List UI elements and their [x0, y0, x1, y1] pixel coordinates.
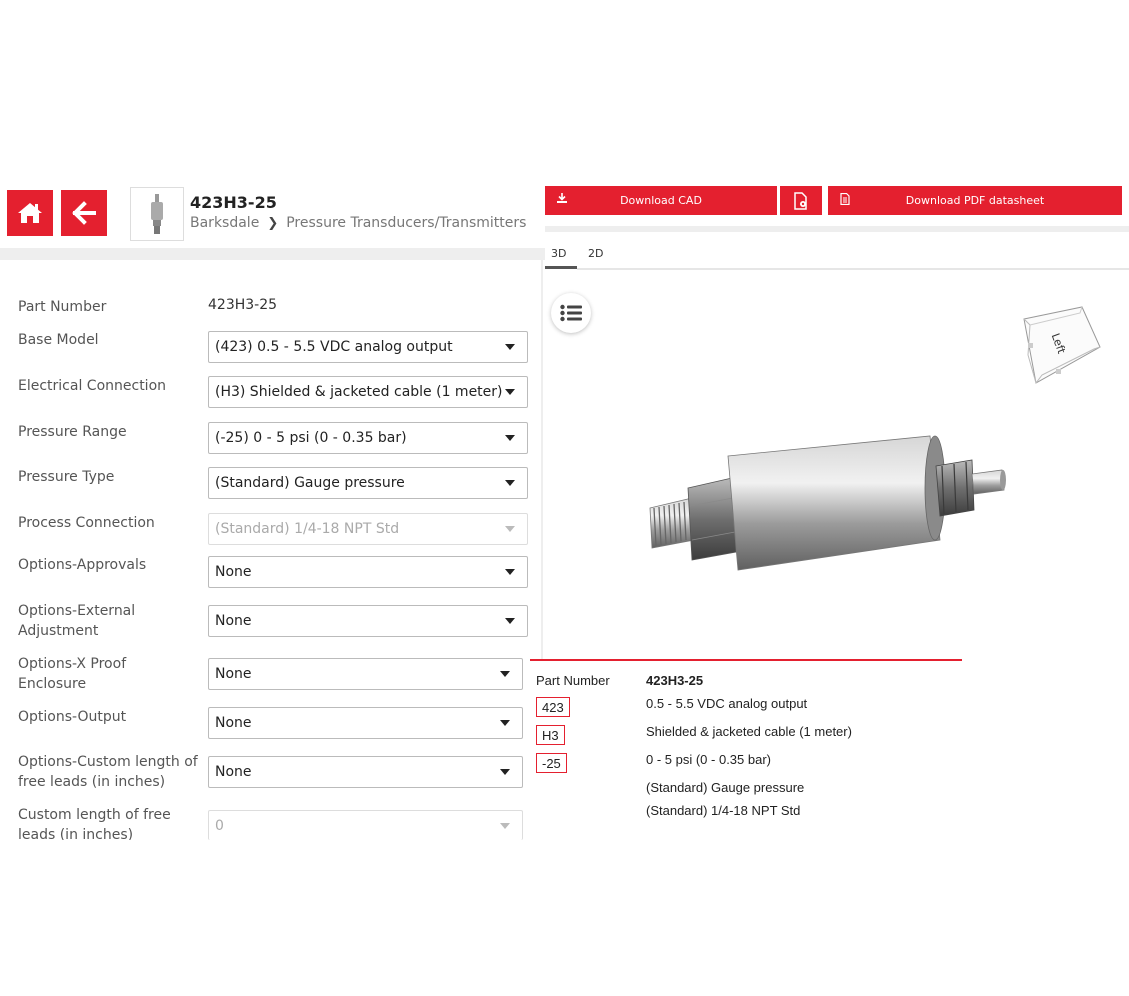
options-output-select[interactable]: None — [208, 707, 523, 739]
active-tab-indicator — [545, 266, 577, 269]
pressure-type-value: (Standard) Gauge pressure — [215, 475, 405, 491]
caret-down-icon — [505, 389, 515, 395]
process-connection-label: Process Connection — [18, 515, 155, 531]
code-description: 0.5 - 5.5 VDC analog output — [646, 696, 808, 711]
options-approvals-select[interactable]: None — [208, 556, 528, 588]
list-icon — [560, 304, 582, 322]
options-approvals-value: None — [215, 564, 252, 580]
summary-line: (Standard) 1/4-18 NPT Std — [646, 803, 801, 818]
tab-bar-line — [577, 268, 1129, 270]
tab-2d[interactable]: 2D — [588, 247, 603, 260]
caret-down-icon — [500, 769, 510, 775]
viewer-menu-button[interactable] — [551, 293, 591, 333]
electrical-connection-label: Electrical Connection — [18, 378, 167, 394]
caret-down-icon — [505, 618, 515, 624]
pressure-type-select[interactable]: (Standard) Gauge pressure — [208, 467, 528, 499]
code-description: Shielded & jacketed cable (1 meter) — [646, 724, 852, 739]
home-button[interactable] — [7, 190, 53, 236]
part-number-value: 423H3-25 — [208, 297, 278, 313]
pressure-type-label: Pressure Type — [18, 469, 115, 485]
breadcrumb-category[interactable]: Pressure Transducers/Transmitters — [286, 215, 526, 231]
code-badge: 423 — [536, 697, 570, 717]
base-model-select[interactable]: (423) 0.5 - 5.5 VDC analog output — [208, 331, 528, 363]
code-description: 0 - 5 psi (0 - 0.35 bar) — [646, 752, 771, 767]
summary-line: (Standard) Gauge pressure — [646, 780, 805, 795]
tab-3d[interactable]: 3D — [551, 247, 566, 260]
part-number-label: Part Number — [18, 299, 107, 315]
code-badge: H3 — [536, 725, 565, 745]
options-external-adjustment-label: Options-External Adjustment — [18, 603, 136, 639]
back-button[interactable] — [61, 190, 107, 236]
caret-down-icon — [505, 480, 515, 486]
cad-settings-button[interactable] — [780, 186, 822, 215]
download-cad-label: Download CAD — [620, 194, 702, 207]
arrow-left-icon — [72, 201, 96, 225]
process-connection-value: (Standard) 1/4-18 NPT Std — [215, 521, 400, 537]
left-panel-divider — [0, 248, 545, 260]
breadcrumb-brand[interactable]: Barksdale — [190, 215, 259, 231]
options-x-proof-select[interactable]: None — [208, 658, 523, 690]
home-icon — [18, 203, 42, 223]
process-connection-select: (Standard) 1/4-18 NPT Std — [208, 513, 528, 545]
caret-down-icon — [505, 526, 515, 532]
toolbar-divider — [545, 226, 1129, 232]
code-badge: -25 — [536, 753, 567, 773]
options-custom-leads-label: Options-Custom length of free leads (in … — [18, 754, 198, 790]
custom-leads-length-value: 0 — [215, 817, 224, 834]
transducer-thumbnail-icon — [151, 194, 163, 234]
caret-down-icon — [505, 344, 515, 350]
breadcrumb: Barksdale ❯ Pressure Transducers/Transmi… — [190, 215, 526, 231]
summary-part-number-value: 423H3-25 — [646, 673, 704, 688]
file-settings-icon — [794, 191, 807, 210]
electrical-connection-select[interactable]: (H3) Shielded & jacketed cable (1 meter) — [208, 376, 528, 408]
pressure-range-value: (-25) 0 - 5 psi (0 - 0.35 bar) — [215, 430, 407, 446]
caret-down-icon — [500, 720, 510, 726]
summary-divider — [530, 659, 962, 661]
caret-down-icon — [500, 823, 510, 829]
options-output-value: None — [215, 715, 252, 731]
electrical-connection-value: (H3) Shielded & jacketed cable (1 meter) — [215, 384, 503, 400]
base-model-label: Base Model — [18, 332, 99, 348]
options-approvals-label: Options-Approvals — [18, 557, 147, 573]
options-x-proof-label: Options-X Proof Enclosure — [18, 656, 127, 692]
custom-leads-length-input: 0 — [208, 810, 523, 840]
view-cube[interactable]: Left — [1020, 305, 1104, 389]
chevron-right-icon: ❯ — [267, 215, 279, 231]
pressure-range-select[interactable]: (-25) 0 - 5 psi (0 - 0.35 bar) — [208, 422, 528, 454]
options-custom-leads-select[interactable]: None — [208, 756, 523, 788]
custom-leads-length-label: Custom length of free leads (in inches) — [18, 807, 171, 840]
caret-down-icon — [505, 569, 515, 575]
product-thumbnail — [130, 187, 184, 241]
product-3d-view[interactable] — [640, 428, 1010, 578]
options-external-adjustment-value: None — [215, 613, 252, 629]
download-pdf-button[interactable]: Download PDF datasheet — [828, 186, 1122, 215]
document-icon — [840, 193, 850, 205]
base-model-value: (423) 0.5 - 5.5 VDC analog output — [215, 339, 453, 355]
download-cad-button[interactable]: Download CAD — [545, 186, 777, 215]
caret-down-icon — [500, 671, 510, 677]
download-pdf-label: Download PDF datasheet — [905, 194, 1045, 207]
caret-down-icon — [505, 435, 515, 441]
options-x-proof-value: None — [215, 666, 252, 682]
panel-separator — [541, 260, 543, 660]
options-custom-leads-value: None — [215, 764, 252, 780]
options-output-label: Options-Output — [18, 709, 127, 725]
download-icon — [557, 193, 567, 203]
summary-part-number-label: Part Number — [536, 673, 610, 688]
transducer-3d-model — [649, 435, 1006, 571]
pressure-range-label: Pressure Range — [18, 424, 127, 440]
page-title: 423H3-25 — [190, 193, 277, 212]
options-external-adjustment-select[interactable]: None — [208, 605, 528, 637]
